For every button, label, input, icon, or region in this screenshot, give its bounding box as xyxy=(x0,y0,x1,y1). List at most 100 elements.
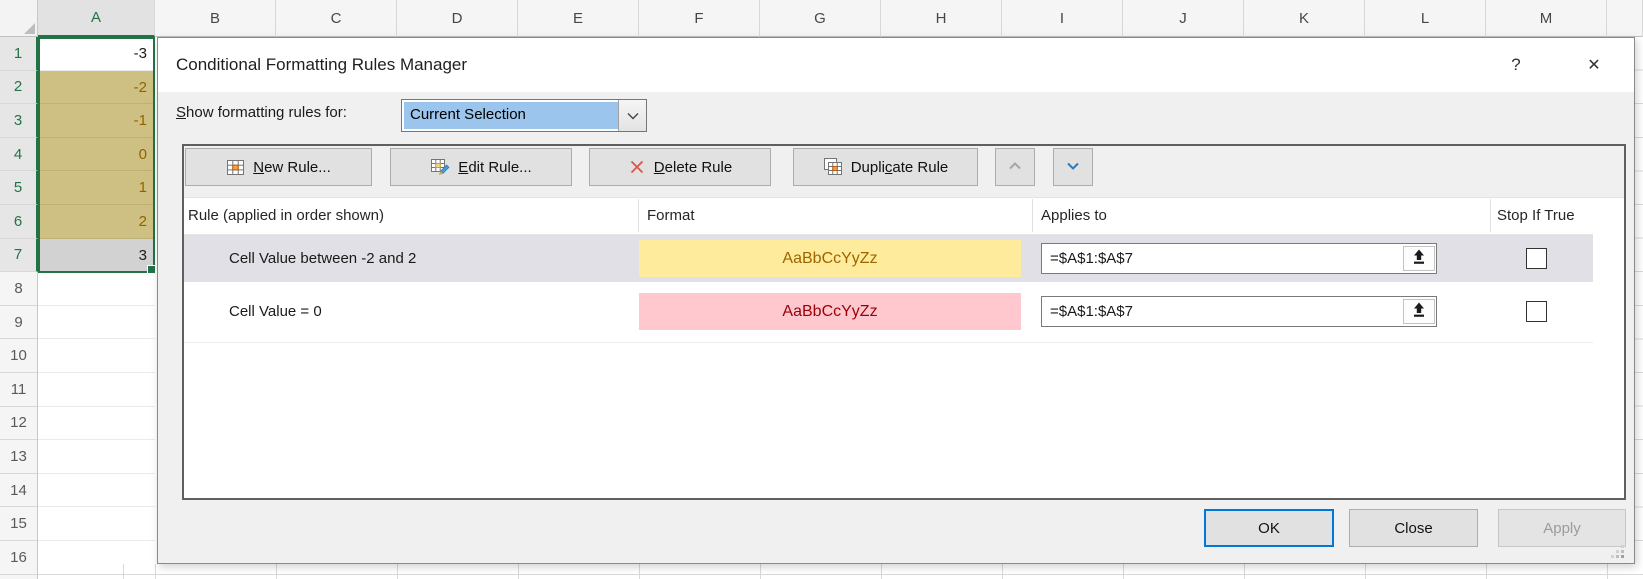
row-header[interactable]: 5 xyxy=(0,171,38,205)
move-rule-up-button[interactable] xyxy=(995,148,1035,186)
close-icon[interactable]: ✕ xyxy=(1580,51,1608,79)
cf-rules-manager-dialog: Conditional Formatting Rules Manager ? ✕… xyxy=(157,37,1635,564)
edit-rule-label: Edit Rule... xyxy=(458,159,531,176)
row-header[interactable]: 12 xyxy=(0,407,37,441)
edit-rule-pencil-icon xyxy=(430,157,450,177)
duplicate-rule-label: Duplicate Rule xyxy=(851,159,949,176)
dropdown-selected-value: Current Selection xyxy=(404,102,618,129)
row-header[interactable]: 11 xyxy=(0,373,37,407)
row-header[interactable]: 16 xyxy=(0,541,37,575)
delete-rule-button[interactable]: Delete Rule xyxy=(589,148,771,186)
cell[interactable]: -1 xyxy=(38,104,155,138)
row-header[interactable]: 6 xyxy=(0,205,38,239)
column-separator xyxy=(638,199,639,232)
resize-grip-icon[interactable] xyxy=(1610,544,1626,565)
column-header[interactable]: F xyxy=(639,0,760,37)
row-header[interactable]: 1 xyxy=(0,37,38,71)
collapse-dialog-button[interactable] xyxy=(1403,246,1435,271)
apply-button[interactable]: Apply xyxy=(1498,509,1626,547)
row-header[interactable]: 7 xyxy=(0,239,38,273)
cell[interactable] xyxy=(38,339,155,373)
grid-area xyxy=(1635,37,1643,579)
show-rules-label-accel: S xyxy=(176,104,186,121)
grid-area xyxy=(38,564,1643,579)
row-headers: 1 2 3 4 5 6 7 8 9 10 11 12 13 14 15 16 xyxy=(0,37,38,579)
column-header[interactable]: K xyxy=(1244,0,1365,37)
column-header[interactable]: H xyxy=(881,0,1002,37)
cell[interactable]: 3 xyxy=(38,239,155,273)
chevron-down-icon xyxy=(627,107,639,125)
column-header[interactable]: J xyxy=(1123,0,1244,37)
collapse-dialog-icon xyxy=(1411,301,1427,323)
row-divider xyxy=(184,342,1593,343)
row-header[interactable]: 13 xyxy=(0,440,37,474)
cell[interactable] xyxy=(38,440,155,474)
help-button[interactable]: ? xyxy=(1502,51,1530,79)
applies-to-column-header: Applies to xyxy=(1041,197,1107,234)
rule-row[interactable]: Cell Value = 0 AaBbCcYyZz xyxy=(184,288,1593,335)
cell[interactable]: 0 xyxy=(38,138,155,172)
collapse-dialog-button[interactable] xyxy=(1403,299,1435,324)
row-header[interactable]: 2 xyxy=(0,71,38,105)
chevron-up-icon xyxy=(1007,159,1023,176)
duplicate-rule-button[interactable]: Duplicate Rule xyxy=(793,148,978,186)
column-a-cells: -3 -2 -1 0 1 2 3 xyxy=(38,37,155,575)
column-separator xyxy=(1490,199,1491,232)
stop-if-true-checkbox[interactable] xyxy=(1526,301,1547,322)
row-header[interactable]: 9 xyxy=(0,306,37,340)
duplicate-table-icon xyxy=(823,157,843,177)
rule-name: Cell Value between -2 and 2 xyxy=(229,235,416,282)
cell[interactable] xyxy=(38,306,155,340)
gridline xyxy=(38,574,1643,575)
cell[interactable] xyxy=(38,272,155,306)
collapse-dialog-icon xyxy=(1411,248,1427,270)
column-header[interactable]: I xyxy=(1002,0,1123,37)
column-header[interactable]: M xyxy=(1486,0,1607,37)
cell[interactable]: -3 xyxy=(38,37,155,71)
cell[interactable]: 2 xyxy=(38,205,155,239)
column-header[interactable]: D xyxy=(397,0,518,37)
column-separator xyxy=(1032,199,1033,232)
row-header[interactable]: 14 xyxy=(0,474,37,508)
column-header[interactable]: G xyxy=(760,0,881,37)
column-header[interactable]: B xyxy=(155,0,276,37)
column-header[interactable] xyxy=(1607,0,1643,37)
applies-to-input[interactable] xyxy=(1041,243,1437,274)
format-column-header: Format xyxy=(647,197,695,234)
dialog-title: Conditional Formatting Rules Manager xyxy=(176,38,467,92)
row-header[interactable]: 15 xyxy=(0,507,37,541)
format-preview: AaBbCcYyZz xyxy=(639,293,1021,330)
select-all-button[interactable] xyxy=(0,0,38,37)
column-header[interactable]: C xyxy=(276,0,397,37)
applies-to-input[interactable] xyxy=(1041,296,1437,327)
show-rules-dropdown[interactable]: Current Selection xyxy=(401,99,647,132)
column-header[interactable]: L xyxy=(1365,0,1486,37)
cell[interactable] xyxy=(38,507,155,541)
stop-if-true-checkbox[interactable] xyxy=(1526,248,1547,269)
cell[interactable]: -2 xyxy=(38,71,155,105)
new-rule-button[interactable]: New Rule... xyxy=(185,148,372,186)
rule-name: Cell Value = 0 xyxy=(229,288,322,335)
rule-column-header: Rule (applied in order shown) xyxy=(188,197,384,234)
column-header[interactable]: A xyxy=(38,0,155,37)
stop-if-true-column-header: Stop If True xyxy=(1497,197,1575,234)
cell[interactable] xyxy=(38,373,155,407)
ok-button[interactable]: OK xyxy=(1204,509,1334,547)
format-preview: AaBbCcYyZz xyxy=(639,240,1021,277)
row-header[interactable]: 8 xyxy=(0,272,37,306)
cell[interactable] xyxy=(38,474,155,508)
row-header[interactable]: 3 xyxy=(0,104,38,138)
edit-rule-button[interactable]: Edit Rule... xyxy=(390,148,572,186)
dropdown-button[interactable] xyxy=(618,100,646,131)
move-rule-down-button[interactable] xyxy=(1053,148,1093,186)
row-header[interactable]: 4 xyxy=(0,138,38,172)
rules-list-container: New Rule... Edit Rule... xyxy=(182,144,1626,500)
fill-handle[interactable] xyxy=(147,265,156,274)
new-rule-label: New Rule... xyxy=(253,159,331,176)
cell[interactable] xyxy=(38,407,155,441)
row-header[interactable]: 10 xyxy=(0,339,37,373)
cell[interactable]: 1 xyxy=(38,171,155,205)
rule-row[interactable]: Cell Value between -2 and 2 AaBbCcYyZz xyxy=(184,235,1593,282)
column-header[interactable]: E xyxy=(518,0,639,37)
close-button[interactable]: Close xyxy=(1349,509,1478,547)
